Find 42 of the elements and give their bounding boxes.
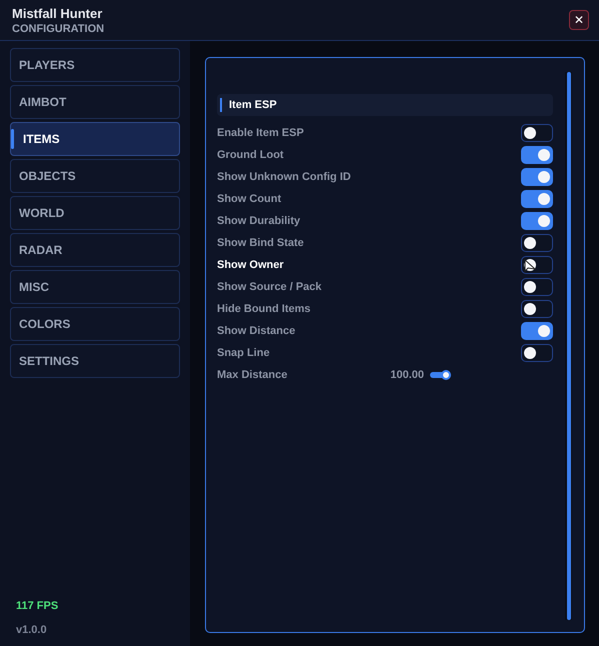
setting-label: Ground Loot <box>217 149 285 161</box>
section-title: Item ESP <box>229 99 277 111</box>
setting-label: Hide Bound Items <box>217 303 312 315</box>
version-label: v1.0.0 <box>16 624 48 636</box>
sidebar-item[interactable]: RADAR <box>10 233 180 267</box>
close-button[interactable]: ✕ <box>569 10 589 30</box>
sidebar-item[interactable]: COLORS <box>10 307 180 341</box>
toggle-switch[interactable] <box>521 124 553 142</box>
window-subtitle: CONFIGURATION <box>12 22 106 34</box>
toggle-switch[interactable] <box>521 212 553 230</box>
toggle-switch[interactable] <box>521 168 553 186</box>
setting-label: Show Distance <box>217 325 296 337</box>
setting-label: Show Count <box>217 193 282 205</box>
scrollbar[interactable] <box>565 72 572 620</box>
toggle-switch[interactable] <box>521 234 553 252</box>
sidebar-item[interactable]: WORLD <box>10 196 180 230</box>
toggle-switch[interactable] <box>521 300 553 318</box>
sidebar-item[interactable]: PLAYERS <box>10 48 180 82</box>
sidebar-item[interactable]: SETTINGS <box>10 344 180 378</box>
toggle-switch[interactable] <box>521 322 553 340</box>
toggle-switch[interactable] <box>521 278 553 296</box>
toggle-switch[interactable] <box>521 344 553 362</box>
toggle-switch[interactable] <box>521 190 553 208</box>
setting-label: Show Unknown Config ID <box>217 171 352 183</box>
slider[interactable] <box>430 370 451 380</box>
toggle-switch[interactable] <box>521 146 553 164</box>
setting-label: Enable Item ESP <box>217 127 305 139</box>
setting-label: Max Distance <box>217 369 288 381</box>
setting-label: Show Source / Pack <box>217 281 323 293</box>
toggle-switch[interactable] <box>521 256 553 274</box>
sidebar-item[interactable]: ITEMS <box>10 122 180 156</box>
window-title: Mistfall Hunter <box>12 6 104 20</box>
sidebar-item[interactable]: OBJECTS <box>10 159 180 193</box>
setting-label: Show Durability <box>217 215 302 227</box>
setting-label: Show Owner <box>217 259 285 271</box>
setting-label: Snap Line <box>217 347 271 359</box>
cursor-icon <box>524 259 536 273</box>
fps-counter: 117 FPS <box>16 600 60 612</box>
sidebar-item[interactable]: MISC <box>10 270 180 304</box>
sidebar-item[interactable]: AIMBOT <box>10 85 180 119</box>
slider-value: 100.00 <box>390 369 424 381</box>
setting-label: Show Bind State <box>217 237 305 249</box>
